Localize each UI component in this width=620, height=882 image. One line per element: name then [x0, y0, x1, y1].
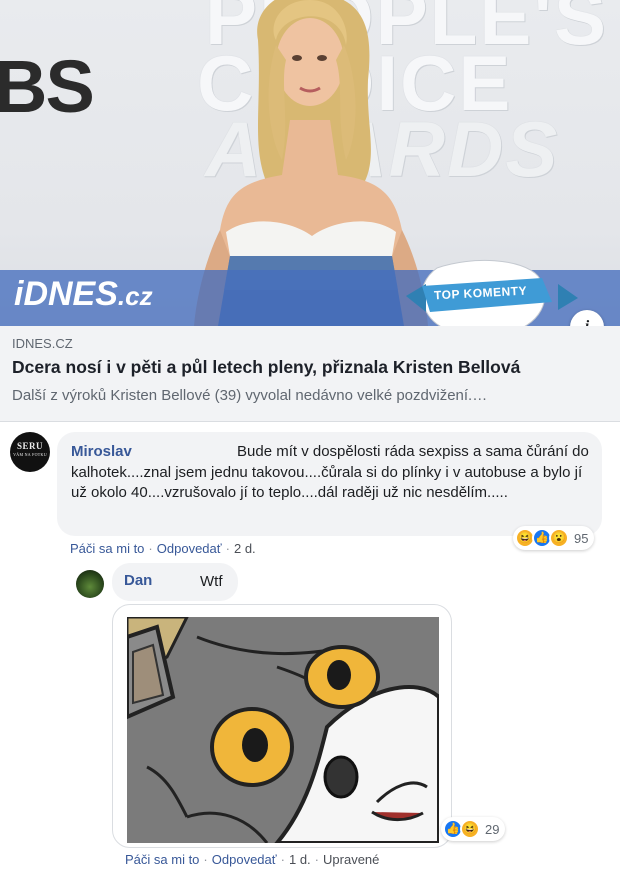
reply-link[interactable]: Odpovedať — [212, 852, 277, 867]
reaction-count: 95 — [574, 530, 589, 546]
comment-actions: Páči sa mi to · Odpovedať · 1 d. · Upravené — [125, 852, 380, 867]
comment-time[interactable]: 2 d. — [234, 541, 256, 556]
reaction-summary[interactable]: 😆 👍 😮 95 — [513, 526, 595, 550]
comment-bubble: Miroslav Bude mít v dospělosti ráda sexp… — [57, 432, 602, 536]
link-domain: IDNES.CZ — [12, 336, 73, 351]
top-komenty-badge: TOP KOMENTY — [382, 256, 582, 326]
unsettled-tom-meme-image — [127, 617, 439, 843]
like-link[interactable]: Páči sa mi to — [70, 541, 144, 556]
link-title[interactable]: Dcera nosí i v pěti a půl letech pleny, … — [12, 357, 520, 378]
comment-text: Bude mít v dospělosti ráda sexpiss a sam… — [71, 443, 589, 501]
comment-attachment[interactable] — [112, 604, 452, 848]
link-description: Další z výroků Kristen Bellové (39) vyvo… — [12, 387, 488, 404]
comment-text: Wtf — [200, 573, 223, 590]
comment-author[interactable]: Dan — [124, 572, 152, 589]
comment-time[interactable]: 1 d. — [289, 852, 311, 867]
link-preview-image[interactable]: PEOPLE'S CHOICE AWARDS BS iDNES.cz TOP — [0, 0, 620, 326]
haha-reaction-icon: 😆 — [460, 819, 480, 839]
like-link[interactable]: Páči sa mi to — [125, 852, 199, 867]
reaction-summary[interactable]: 👍 😆 29 — [441, 817, 506, 841]
reply-bubble: Dan Wtf — [112, 563, 238, 601]
reaction-count: 29 — [485, 821, 500, 837]
wow-reaction-icon: 😮 — [549, 528, 569, 548]
edited-label[interactable]: Upravené — [323, 852, 379, 867]
avatar[interactable]: SERU VÁM NA FOTKU — [10, 432, 50, 472]
idnes-logo: iDNES.cz — [14, 275, 153, 313]
avatar[interactable] — [76, 570, 104, 598]
comment-actions: Páči sa mi to · Odpovedať · 2 d. — [70, 541, 256, 556]
link-preview-meta[interactable]: IDNES.CZ Dcera nosí i v pěti a půl letec… — [0, 326, 620, 422]
reply-link[interactable]: Odpovedať — [157, 541, 222, 556]
